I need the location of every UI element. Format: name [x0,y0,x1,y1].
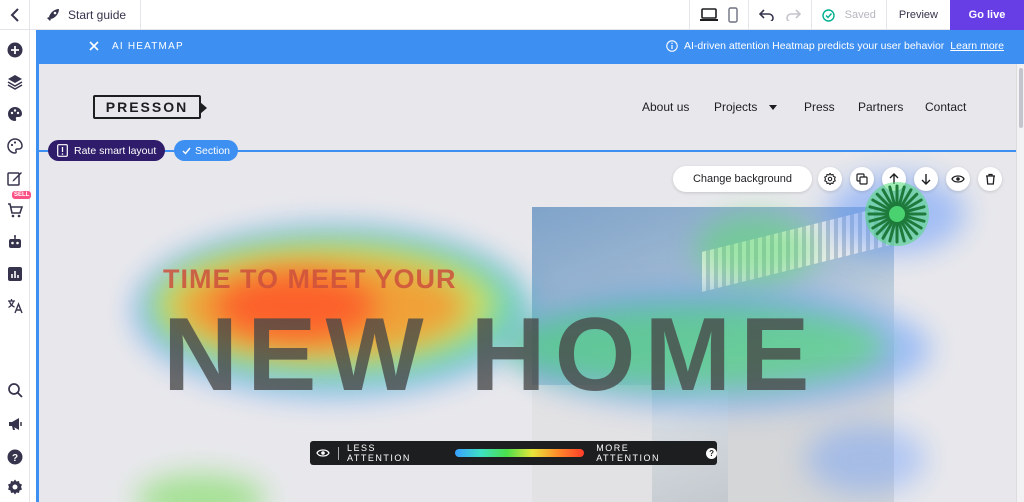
close-icon[interactable] [88,40,100,52]
analytics-icon[interactable] [5,264,25,284]
website-canvas: PRESSON About us Projects Press Partners… [36,64,1016,502]
nav-projects[interactable]: Projects [714,100,777,114]
megaphone-icon[interactable] [5,414,25,434]
trash-icon [985,173,995,185]
section-chip-label: Section [195,144,231,157]
section-chip[interactable]: Section [174,140,239,161]
history-controls [747,0,811,30]
start-guide-label: Start guide [68,8,127,22]
top-toolbar: Start guide Saved Preview Go live [0,0,1024,30]
save-status: Saved [810,0,886,30]
search-icon[interactable] [5,380,25,400]
nav-contact[interactable]: Contact [925,100,966,114]
device-switcher [688,0,748,30]
saved-status-text: Saved [844,9,876,21]
sell-badge: SELL [12,191,32,199]
eye-icon [951,175,965,183]
attention-hotspot-icon [865,182,929,246]
nav-partners[interactable]: Partners [858,100,903,114]
cart-icon[interactable] [5,200,25,220]
robot-icon[interactable] [5,232,25,252]
section-settings-button[interactable] [818,167,842,191]
learn-more-link[interactable]: Learn more [950,40,1004,52]
toggle-visibility-button[interactable] [946,167,970,191]
check-circle-icon [821,8,835,22]
attention-gradient [454,449,585,457]
rate-smart-layout-button[interactable]: Rate smart layout [48,140,166,161]
hero-subtitle[interactable]: TIME TO MEET YOUR [163,264,457,295]
heatmap-legend: LESS ATTENTION MORE ATTENTION ? [310,441,717,465]
preview-button[interactable]: Preview [885,0,950,30]
smart-layout-icon [57,144,68,157]
back-button[interactable] [0,0,30,30]
palette-icon[interactable] [5,104,25,124]
nav-projects-label: Projects [714,100,758,114]
help-icon[interactable]: ? [5,447,25,467]
settings-icon[interactable] [5,477,25,497]
nav-about-us[interactable]: About us [642,100,689,114]
more-attention-label: MORE ATTENTION [596,443,661,463]
legend-help-icon[interactable]: ? [706,447,717,459]
canvas-left-border [36,64,39,502]
eye-toggle-icon[interactable] [316,448,330,458]
check-icon [182,147,191,155]
less-attention-label: LESS ATTENTION [347,443,411,463]
chevron-left-icon [10,8,19,22]
hero-title[interactable]: NEW HOME [163,296,819,415]
gear-icon [824,173,836,185]
undo-icon[interactable] [758,9,775,21]
nav-press[interactable]: Press [804,100,835,114]
rate-smart-layout-label: Rate smart layout [74,144,157,157]
svg-text:?: ? [12,453,18,464]
desktop-icon[interactable] [699,8,718,22]
layers-icon[interactable] [5,72,25,92]
change-background-button[interactable]: Change background [673,166,812,192]
theme-icon[interactable] [5,136,25,156]
heatmap-title: AI HEATMAP [112,41,184,52]
caret-down-icon [768,105,777,110]
go-live-button[interactable]: Go live [950,0,1024,30]
mobile-icon[interactable] [727,7,738,23]
canvas-scrollbar[interactable] [1016,64,1024,502]
add-icon[interactable] [5,40,25,60]
scrollbar-thumb[interactable] [1019,68,1023,128]
left-sidebar: SELL ? [0,30,32,502]
heatmap-info: AI-driven attention Heatmap predicts you… [666,40,1004,52]
delete-section-button[interactable] [978,167,1002,191]
site-logo[interactable]: PRESSON [93,95,207,119]
redo-icon[interactable] [785,9,801,21]
heatmap-info-text: AI-driven attention Heatmap predicts you… [683,40,945,52]
rocket-icon [47,9,59,21]
edit-icon[interactable] [5,168,25,188]
info-icon [666,40,678,52]
ai-heatmap-bar: AI HEATMAP AI-driven attention Heatmap p… [36,30,1024,64]
legend-separator [338,446,339,460]
start-guide-button[interactable]: Start guide [46,0,142,30]
translate-icon[interactable] [5,296,25,316]
